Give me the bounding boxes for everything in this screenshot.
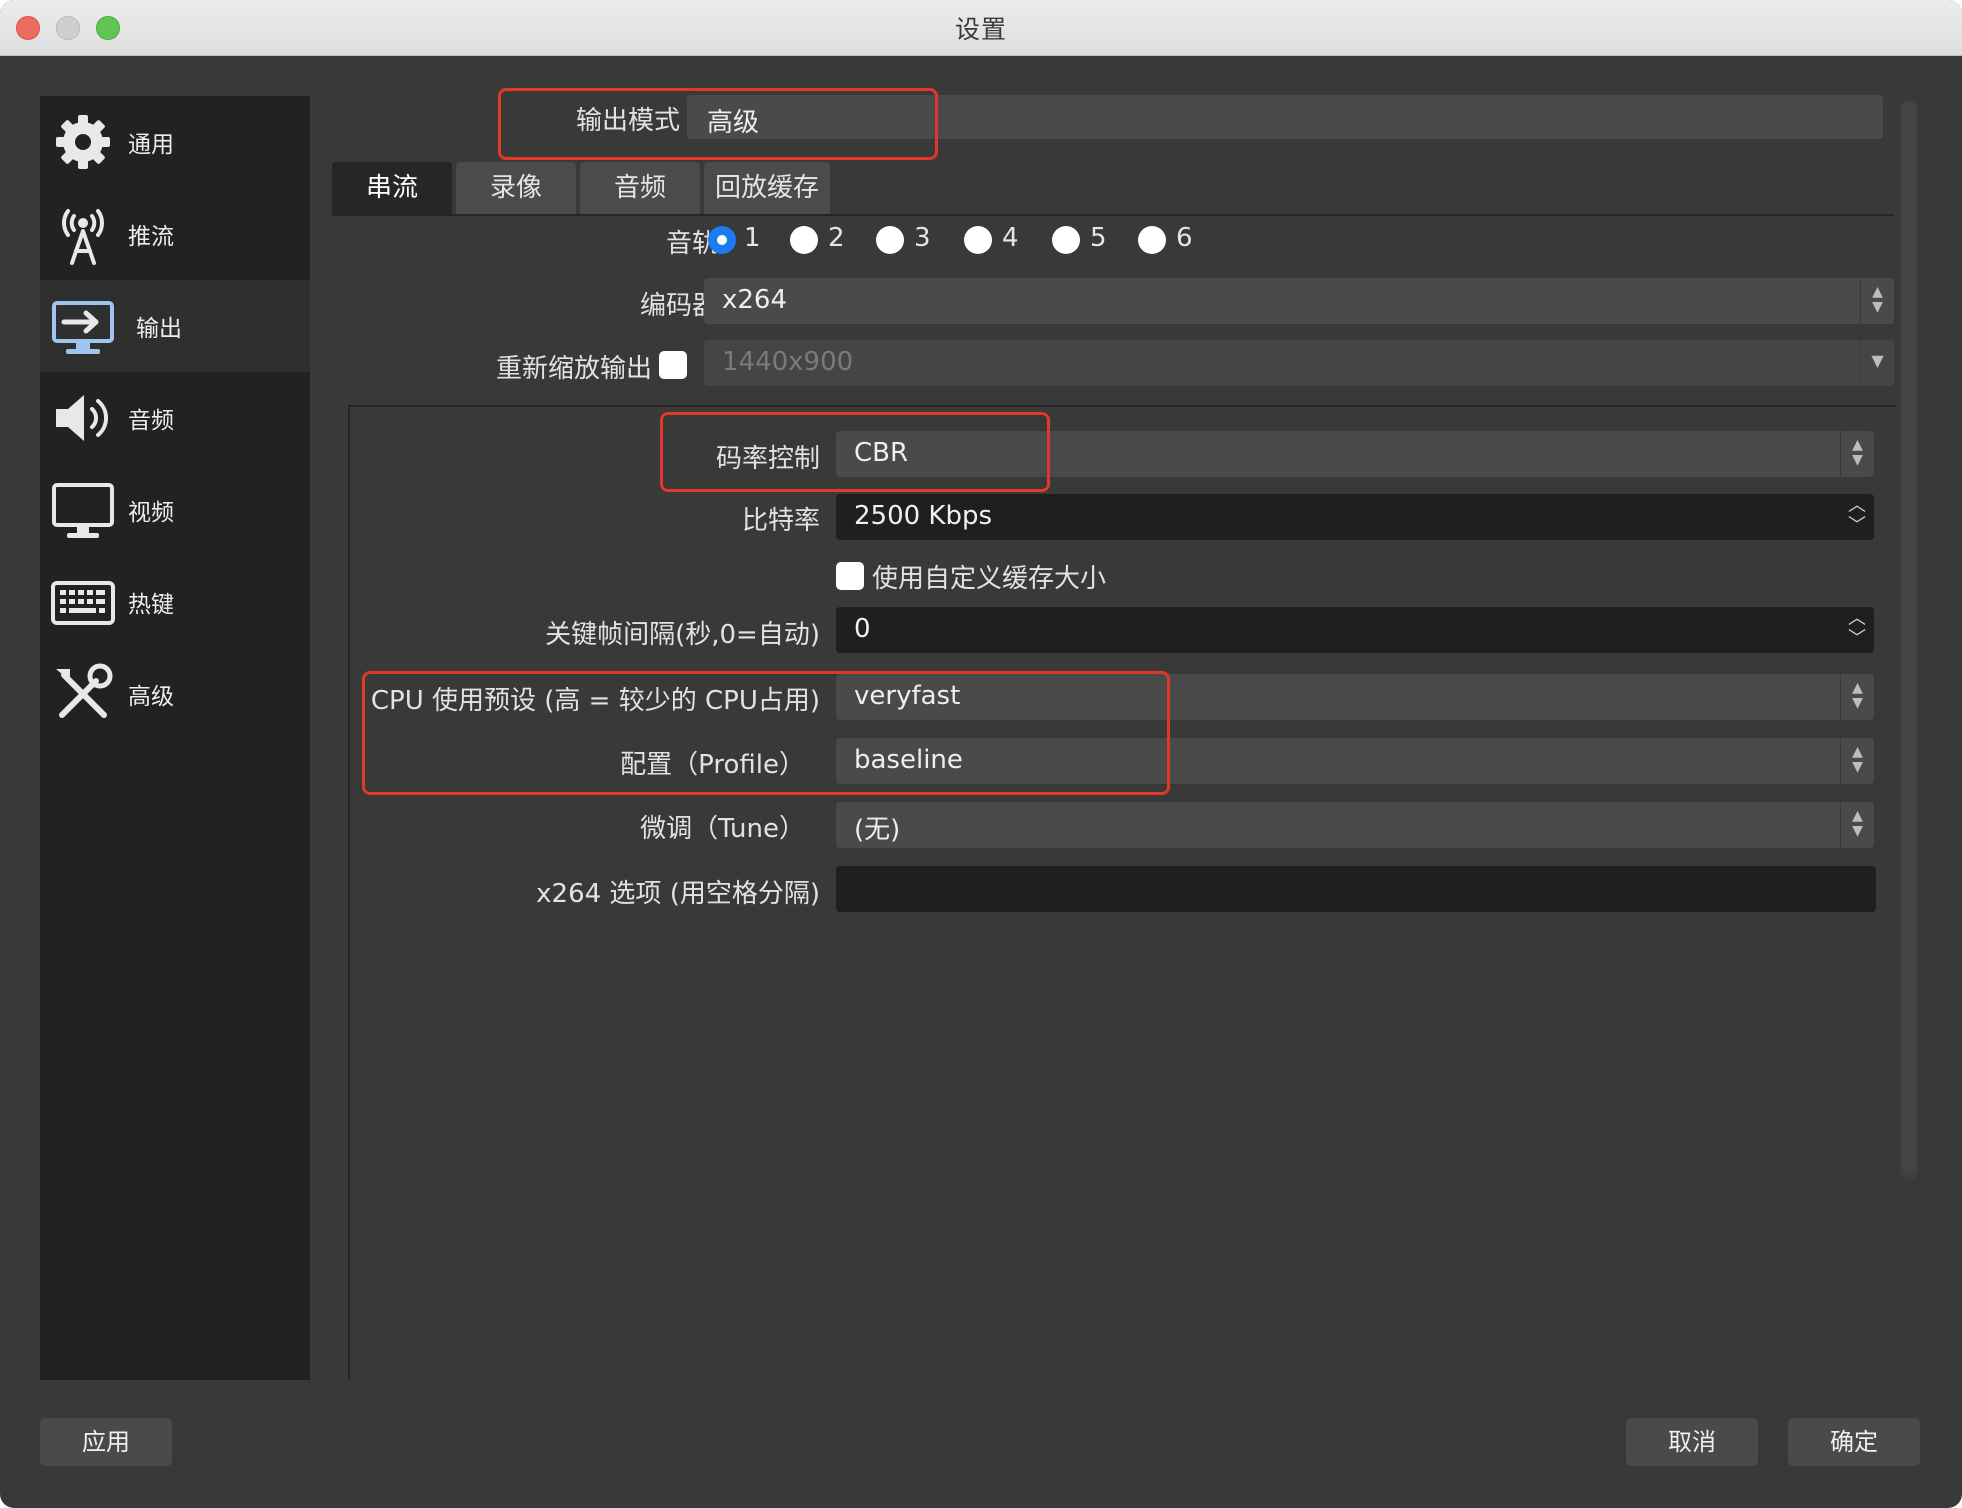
audio-track-option-label: 4 (1002, 223, 1019, 253)
audio-track-radio-4[interactable] (964, 226, 992, 254)
tab-replay-buffer[interactable]: 回放缓存 (704, 162, 830, 214)
sidebar-item-output[interactable]: 输出 (40, 280, 310, 372)
window-title: 设置 (954, 15, 1007, 44)
rescale-output-checkbox[interactable] (659, 351, 687, 379)
keyframe-interval-value: 0 (854, 614, 871, 644)
sidebar-item-label: 通用 (128, 132, 174, 158)
audio-track-option-label: 1 (744, 223, 761, 253)
encoder-label: 编码器 (639, 291, 718, 321)
apply-button[interactable]: 应用 (40, 1418, 172, 1466)
settings-sidebar: 通用 推流 输出 音频 视频 热键 高级 (40, 96, 310, 1380)
audio-track-option-label: 5 (1090, 223, 1107, 253)
sidebar-item-label: 音频 (128, 408, 174, 434)
audio-track-option-label: 3 (914, 223, 931, 253)
sidebar-item-label: 输出 (136, 316, 182, 342)
rescale-resolution-select[interactable]: 1440x900 ▼ (704, 340, 1894, 386)
sidebar-item-audio[interactable]: 音频 (40, 372, 310, 464)
speaker-icon (56, 395, 109, 441)
audio-track-radio-6[interactable] (1138, 226, 1166, 254)
keyframe-interval-label: 关键帧间隔(秒,0=自动) (545, 620, 820, 650)
highlight-output-mode (498, 88, 938, 160)
up-down-chevron-icon: ▲ ▼ (1840, 431, 1874, 477)
up-down-chevron-icon: ▲ ▼ (1840, 738, 1874, 784)
audio-track-label: 音轨 (665, 229, 718, 259)
gear-icon (56, 115, 110, 169)
up-down-chevron-icon: ▲ ▼ (1860, 278, 1894, 324)
keyframe-interval-spinbox[interactable]: 0 ︿ ﹀ (836, 607, 1874, 653)
rescale-resolution-value: 1440x900 (722, 347, 854, 377)
bitrate-spinbox[interactable]: 2500 Kbps ︿ ﹀ (836, 494, 1874, 540)
audio-track-radio-2[interactable] (790, 226, 818, 254)
sidebar-item-advanced[interactable]: 高级 (40, 648, 310, 740)
sidebar-item-label: 高级 (128, 684, 174, 710)
encoder-value: x264 (722, 285, 788, 315)
sidebar-item-label: 推流 (128, 224, 174, 250)
keyboard-icon (51, 581, 115, 625)
settings-window: 设置 通用 推流 输出 音频 视频 热键 高级 输出模式 高级 串流 录像 音频… (0, 0, 1962, 1508)
encoder-select[interactable]: x264 ▲ ▼ (704, 278, 1894, 324)
chevron-down-icon: ▼ (1860, 340, 1894, 386)
audio-track-option-label: 6 (1176, 223, 1193, 253)
tools-icon (56, 663, 113, 718)
x264-options-input[interactable] (836, 866, 1876, 912)
sidebar-item-hotkeys[interactable]: 热键 (40, 556, 310, 648)
rescale-output-label: 重新缩放输出 (495, 354, 652, 384)
output-settings-panel: 输出模式 高级 串流 录像 音频 回放缓存 音轨 1 2 3 4 5 6 编码器… (330, 88, 1930, 1380)
sidebar-item-general[interactable]: 通用 (40, 96, 310, 188)
up-down-chevron-icon: ▲ ▼ (1840, 802, 1874, 848)
bitrate-value: 2500 Kbps (854, 501, 993, 531)
custom-buffer-label: 使用自定义缓存大小 (872, 564, 1107, 594)
audio-track-radio-3[interactable] (876, 226, 904, 254)
scrollbar-thumb[interactable] (1902, 102, 1916, 1172)
spin-arrows-icon[interactable]: ︿ ﹀ (1840, 607, 1874, 653)
sidebar-item-label: 视频 (128, 500, 174, 526)
ok-button[interactable]: 确定 (1788, 1418, 1920, 1466)
tune-select[interactable]: (无) ▲ ▼ (836, 802, 1874, 848)
highlight-cpu-preset-profile (362, 671, 1170, 795)
spin-arrows-icon[interactable]: ︿ ﹀ (1840, 494, 1874, 540)
tune-label: 微调（Tune） (640, 814, 805, 844)
audio-track-option-label: 2 (828, 223, 845, 253)
tabs-divider (332, 214, 1894, 216)
monitor-icon (52, 483, 114, 538)
tune-value: (无) (854, 815, 901, 845)
bitrate-label: 比特率 (741, 506, 820, 536)
output-monitor-icon (52, 301, 114, 354)
sidebar-item-label: 热键 (128, 592, 174, 618)
antenna-icon (62, 209, 104, 265)
tab-recording[interactable]: 录像 (456, 162, 576, 214)
title-bar: 设置 (0, 0, 1962, 56)
x264-options-label: x264 选项 (用空格分隔) (536, 879, 820, 909)
audio-track-radio-1[interactable] (708, 226, 736, 254)
tab-streaming[interactable]: 串流 (332, 162, 452, 214)
tab-audio[interactable]: 音频 (580, 162, 700, 214)
cancel-button[interactable]: 取消 (1626, 1418, 1758, 1466)
custom-buffer-checkbox[interactable] (836, 562, 864, 590)
up-down-chevron-icon: ▲ ▼ (1840, 674, 1874, 720)
sidebar-item-stream[interactable]: 推流 (40, 188, 310, 280)
sidebar-item-video[interactable]: 视频 (40, 464, 310, 556)
highlight-rate-control (660, 412, 1050, 492)
audio-track-radio-5[interactable] (1052, 226, 1080, 254)
